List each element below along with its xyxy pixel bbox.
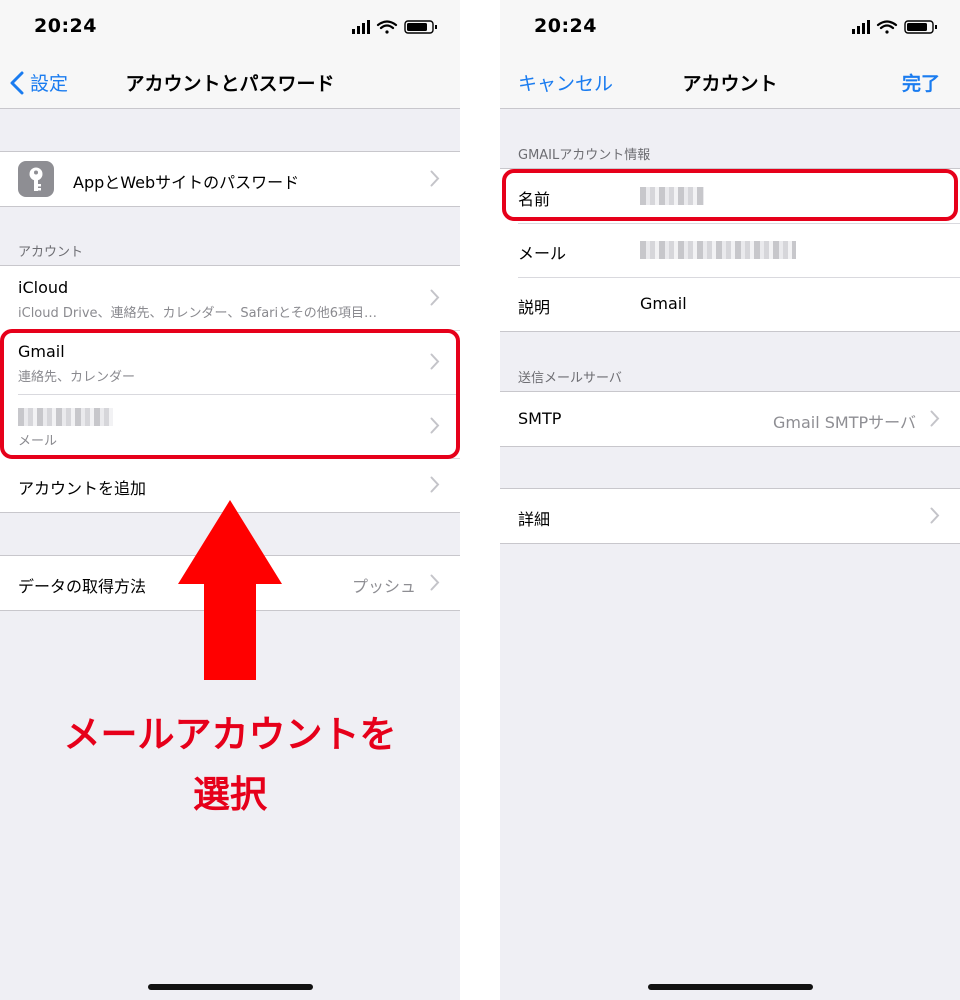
accounts-passwords-screen: 20:24 設定 アカウントとパスワード AppとWebサイトのパスワード アカ… <box>0 0 460 1000</box>
status-time: 20:24 <box>34 15 97 37</box>
smtp-group: SMTP Gmail SMTPサーバ <box>500 391 960 447</box>
chevron-right-icon <box>430 574 440 595</box>
home-indicator <box>648 984 813 990</box>
account-info-section-header: GMAILアカウント情報 <box>518 148 651 163</box>
advanced-label: 詳細 <box>518 510 551 529</box>
account-row-icloud[interactable]: iCloud iCloud Drive、連絡先、カレンダー、Safariとその他… <box>0 266 460 330</box>
chevron-right-icon <box>930 507 940 528</box>
advanced-group: 詳細 <box>500 488 960 544</box>
chevron-right-icon <box>430 170 440 191</box>
status-bar: 20:24 <box>500 0 960 56</box>
description-label: 説明 <box>518 298 551 317</box>
done-button[interactable]: 完了 <box>902 69 940 96</box>
signal-icon <box>352 20 370 34</box>
description-field[interactable]: Gmail <box>640 294 687 313</box>
advanced-row[interactable]: 詳細 <box>500 489 960 543</box>
annotation-line-2: 選択 <box>193 773 267 816</box>
chevron-right-icon <box>930 410 940 431</box>
status-icons <box>852 19 942 35</box>
fetch-value: プッシュ <box>351 577 416 596</box>
battery-icon <box>404 20 437 34</box>
battery-icon <box>904 20 937 34</box>
smtp-label: SMTP <box>518 409 562 428</box>
key-icon <box>18 161 54 201</box>
account-title: iCloud <box>18 278 69 297</box>
smtp-row[interactable]: SMTP Gmail SMTPサーバ <box>500 392 960 446</box>
highlight-box-accounts <box>0 329 460 459</box>
email-field[interactable] <box>640 241 796 259</box>
smtp-value: Gmail SMTPサーバ <box>773 413 916 432</box>
nav-bar: 設定 アカウントとパスワード <box>0 56 460 109</box>
up-arrow-icon <box>178 500 282 680</box>
add-account-label: アカウントを追加 <box>18 479 147 498</box>
email-field-row[interactable]: メール <box>500 223 960 277</box>
fetch-label: データの取得方法 <box>18 577 147 596</box>
page-title: アカウントとパスワード <box>125 73 335 95</box>
status-time: 20:24 <box>534 15 597 37</box>
home-indicator <box>148 984 313 990</box>
chevron-right-icon <box>430 476 440 497</box>
status-icons <box>352 19 442 35</box>
chevron-right-icon <box>430 289 440 310</box>
nav-bar: キャンセル アカウント 完了 <box>500 56 960 109</box>
annotation-line-1: メールアカウントを <box>63 713 397 756</box>
description-field-row[interactable]: 説明 Gmail <box>500 277 960 331</box>
wifi-icon <box>376 20 398 34</box>
passwords-row[interactable]: AppとWebサイトのパスワード <box>0 152 460 206</box>
signal-icon <box>852 20 870 34</box>
smtp-section-header: 送信メールサーバ <box>518 371 622 386</box>
wifi-icon <box>876 20 898 34</box>
accounts-section-header: アカウント <box>18 245 84 260</box>
passwords-group: AppとWebサイトのパスワード <box>0 151 460 207</box>
highlight-box-name <box>502 169 958 221</box>
status-bar: 20:24 <box>0 0 460 56</box>
email-label: メール <box>518 244 567 263</box>
passwords-label: AppとWebサイトのパスワード <box>73 173 300 192</box>
account-subtitle: iCloud Drive、連絡先、カレンダー、Safariとその他6項目… <box>18 306 378 321</box>
account-detail-screen: 20:24 キャンセル アカウント 完了 GMAILアカウント情報 名前 メール… <box>500 0 960 1000</box>
page-title: アカウント <box>682 73 778 95</box>
